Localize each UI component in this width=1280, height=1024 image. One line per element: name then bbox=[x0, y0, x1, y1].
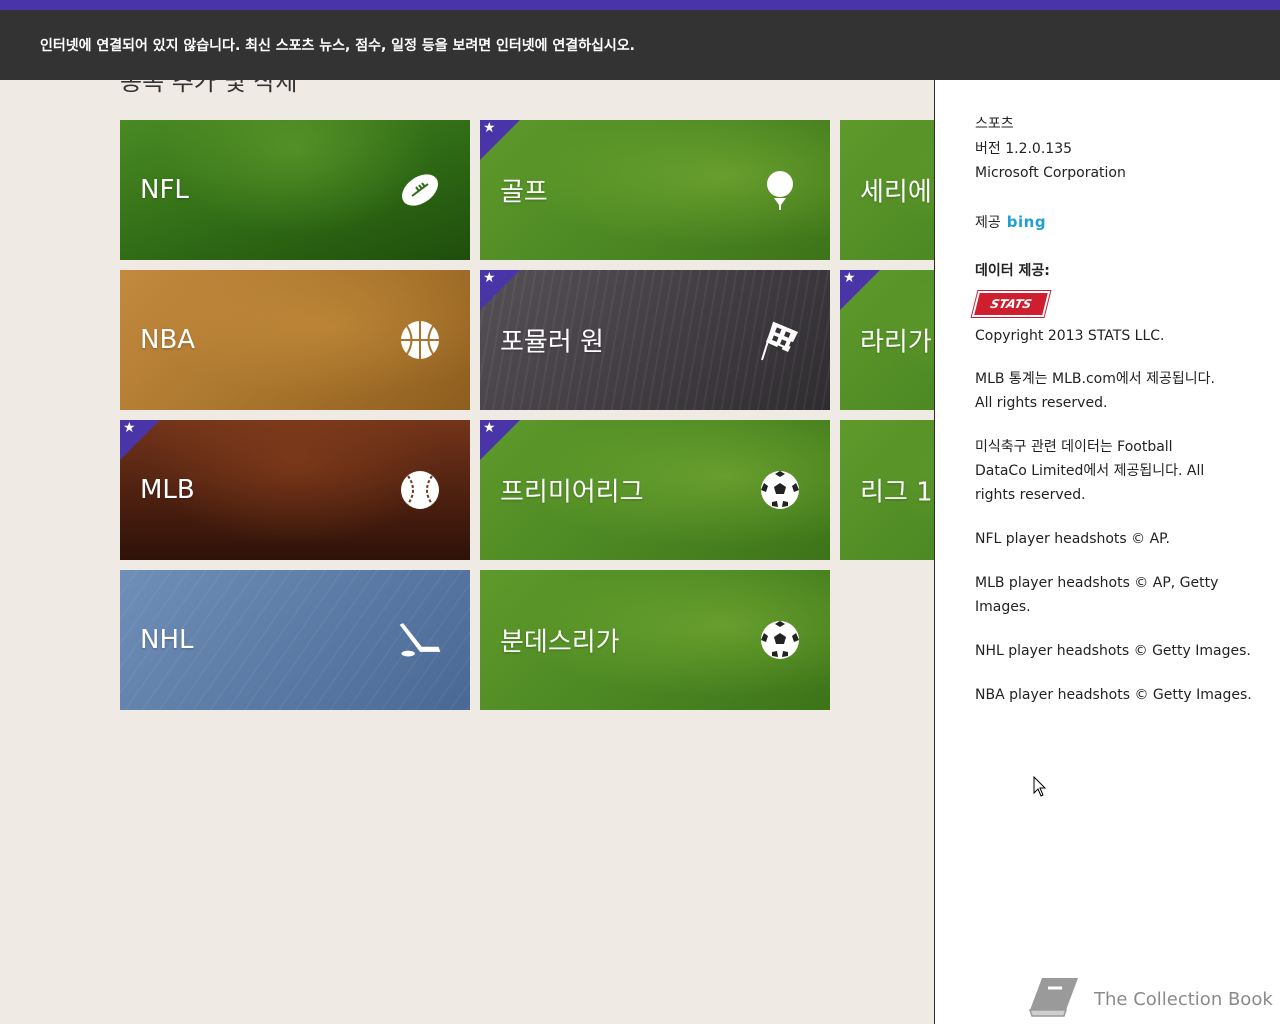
favorite-star-badge: ★ bbox=[840, 270, 880, 310]
soccer-ball-icon bbox=[758, 468, 802, 512]
tile-formula-one[interactable]: ★ 포뮬러 원 bbox=[480, 270, 830, 410]
nfl-headshots-credit: NFL player headshots © AP. bbox=[975, 531, 1170, 547]
tile-nhl[interactable]: NHL bbox=[120, 570, 470, 710]
football-credit-line-3: rights reserved. bbox=[975, 487, 1086, 503]
about-flyout-panel: 스포츠 버전 1.2.0.135 Microsoft Corporation 제… bbox=[934, 80, 1280, 1024]
provided-by-row: 제공 bing bbox=[975, 210, 1046, 235]
tile-label: 세리에 bbox=[860, 177, 932, 208]
watermark: The Collection Book bbox=[1028, 974, 1273, 1024]
mlb-credit-line-2: All rights reserved. bbox=[975, 395, 1108, 411]
mlb-headshots-credit-line-1: MLB player headshots © AP, Getty bbox=[975, 575, 1219, 591]
app-publisher: Microsoft Corporation bbox=[975, 165, 1126, 181]
nhl-headshots-credit: NHL player headshots © Getty Images. bbox=[975, 643, 1251, 659]
tile-bundesliga[interactable]: 분데스리가 bbox=[480, 570, 830, 710]
tile-label: NHL bbox=[140, 625, 194, 655]
accent-top-bar bbox=[0, 0, 1280, 10]
tile-premier-league[interactable]: ★ 프리미어리그 bbox=[480, 420, 830, 560]
tile-serie-a[interactable]: 세리에 bbox=[840, 120, 934, 260]
soccer-ball-icon bbox=[758, 618, 802, 662]
favorite-star-badge: ★ bbox=[480, 120, 520, 160]
tile-golf[interactable]: ★ 골프 bbox=[480, 120, 830, 260]
tile-la-liga[interactable]: ★ 라리가 bbox=[840, 270, 934, 410]
provided-by-label: 제공 bbox=[975, 215, 1001, 231]
football-credit-line-1: 미식축구 관련 데이터는 Football bbox=[975, 439, 1173, 455]
football-credit-line-2: DataCo Limited에서 제공됩니다. All bbox=[975, 463, 1205, 479]
watermark-text: The Collection Book bbox=[1094, 988, 1273, 1010]
book-icon bbox=[1028, 974, 1080, 1024]
offline-notification-text: 인터넷에 연결되어 있지 않습니다. 최신 스포츠 뉴스, 점수, 일정 등을 … bbox=[40, 38, 635, 54]
app-version: 버전 1.2.0.135 bbox=[975, 141, 1073, 157]
sports-tile-grid: NFL ★ 골프 세리에 NBA ★ 포뮬러 원 ★ 라리가 ★ MLB ★ 프… bbox=[0, 80, 934, 1024]
tile-mlb[interactable]: ★ MLB bbox=[120, 420, 470, 560]
tile-ligue-1[interactable]: 리그 1 bbox=[840, 420, 934, 560]
tile-label: 포뮬러 원 bbox=[500, 327, 604, 358]
golf-ball-icon bbox=[758, 168, 802, 212]
tile-label: MLB bbox=[140, 475, 195, 505]
data-provided-heading: 데이터 제공: bbox=[975, 263, 1050, 279]
favorite-star-badge: ★ bbox=[480, 420, 520, 460]
favorite-star-badge: ★ bbox=[120, 420, 160, 460]
app-name: 스포츠 bbox=[975, 116, 1014, 132]
nba-headshots-credit: NBA player headshots © Getty Images. bbox=[975, 687, 1252, 703]
offline-notification-banner: 인터넷에 연결되어 있지 않습니다. 최신 스포츠 뉴스, 점수, 일정 등을 … bbox=[0, 10, 1280, 80]
tile-label: NFL bbox=[140, 175, 189, 205]
tile-label: 라리가 bbox=[860, 327, 932, 358]
stats-copyright: Copyright 2013 STATS LLC. bbox=[975, 328, 1165, 344]
baseball-icon bbox=[398, 468, 442, 512]
tile-label: 프리미어리그 bbox=[500, 477, 644, 508]
mlb-credit-line-1: MLB 통계는 MLB.com에서 제공됩니다. bbox=[975, 371, 1215, 387]
tile-label: 골프 bbox=[500, 177, 548, 208]
hockey-stick-icon bbox=[398, 618, 442, 662]
mouse-cursor-icon bbox=[1033, 775, 1047, 802]
basketball-icon bbox=[398, 318, 442, 362]
football-icon bbox=[398, 168, 442, 212]
stats-logo: STATS bbox=[971, 291, 1051, 317]
tile-label: 분데스리가 bbox=[500, 627, 620, 658]
tile-label: 리그 1 bbox=[860, 477, 933, 508]
tile-label: NBA bbox=[140, 325, 196, 355]
checkered-flag-icon bbox=[758, 318, 802, 362]
bing-logo: bing bbox=[1006, 213, 1047, 231]
tile-nfl[interactable]: NFL bbox=[120, 120, 470, 260]
favorite-star-badge: ★ bbox=[480, 270, 520, 310]
tile-nba[interactable]: NBA bbox=[120, 270, 470, 410]
mlb-headshots-credit-line-2: Images. bbox=[975, 599, 1031, 615]
